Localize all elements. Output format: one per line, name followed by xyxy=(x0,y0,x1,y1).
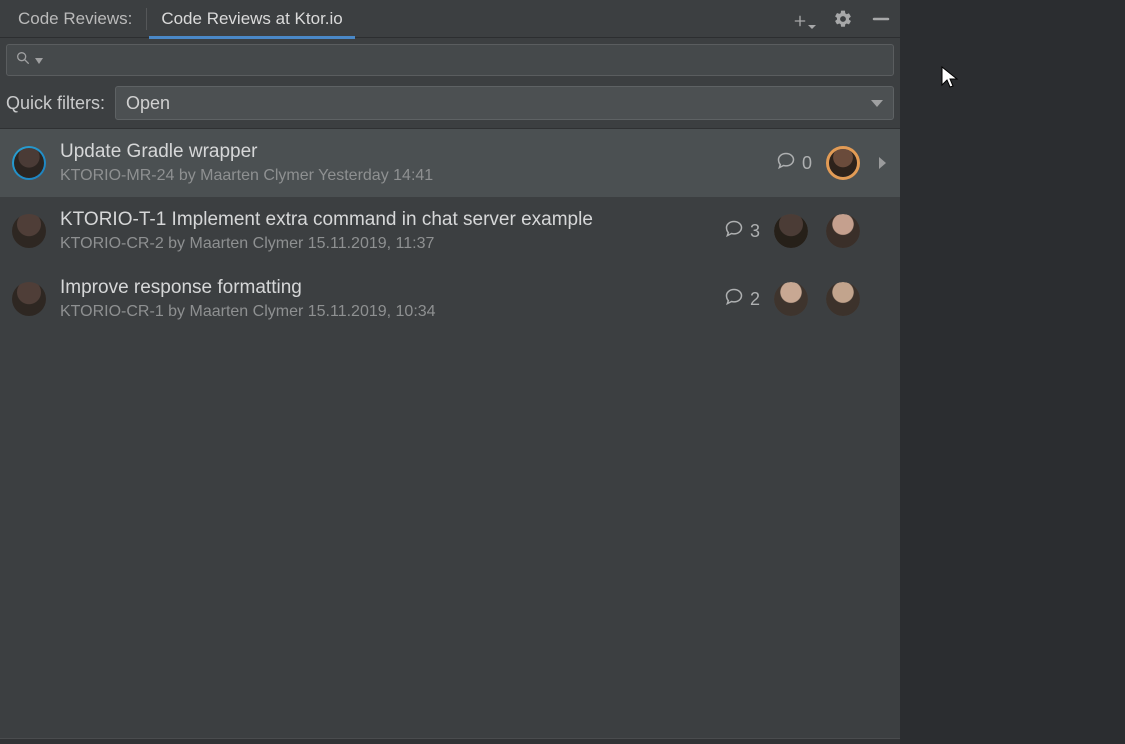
review-subtitle: KTORIO-CR-2 by Maarten Clymer 15.11.2019… xyxy=(60,235,710,253)
search-icon xyxy=(15,50,31,71)
panel-bottom-border xyxy=(0,738,900,744)
quick-filters-select[interactable]: Open xyxy=(115,86,894,120)
author-avatar xyxy=(12,214,46,248)
comments-number: 3 xyxy=(750,221,760,242)
dropdown-caret-icon xyxy=(808,25,816,29)
review-title: Improve response formatting xyxy=(60,277,710,299)
comments-count: 3 xyxy=(724,219,760,244)
reviewer-avatar[interactable] xyxy=(774,214,808,248)
code-reviews-panel: Code Reviews: Code Reviews at Ktor.io xyxy=(0,0,900,744)
editor-area-empty xyxy=(900,0,1125,744)
chevron-right-icon[interactable] xyxy=(874,157,890,169)
review-title: Update Gradle wrapper xyxy=(60,141,762,163)
mouse-cursor-icon xyxy=(940,65,960,89)
quick-filters-row: Quick filters: Open xyxy=(0,80,900,129)
reviewers xyxy=(774,214,860,248)
reviewers xyxy=(826,146,860,180)
review-subtitle: KTORIO-CR-1 by Maarten Clymer 15.11.2019… xyxy=(60,303,710,321)
reviewer-avatar[interactable] xyxy=(826,146,860,180)
tool-window-title[interactable]: Code Reviews: xyxy=(6,0,144,38)
reviewers xyxy=(774,282,860,316)
author-avatar xyxy=(12,146,46,180)
review-title: KTORIO-T-1 Implement extra command in ch… xyxy=(60,209,710,231)
reviewer-avatar[interactable] xyxy=(826,282,860,316)
chevron-down-icon xyxy=(871,100,883,107)
review-list: Update Gradle wrapper KTORIO-MR-24 by Ma… xyxy=(0,129,900,738)
comments-number: 0 xyxy=(802,153,812,174)
search-input[interactable] xyxy=(47,52,885,69)
quick-filters-label: Quick filters: xyxy=(6,93,105,114)
review-row[interactable]: Update Gradle wrapper KTORIO-MR-24 by Ma… xyxy=(0,129,900,197)
comment-icon xyxy=(724,287,744,312)
review-row[interactable]: KTORIO-T-1 Implement extra command in ch… xyxy=(0,197,900,265)
add-icon[interactable] xyxy=(794,8,816,30)
tab-separator xyxy=(146,8,147,30)
comments-count: 2 xyxy=(724,287,760,312)
panel-header: Code Reviews: Code Reviews at Ktor.io xyxy=(0,0,900,38)
quick-filters-selected: Open xyxy=(126,93,170,114)
gear-icon[interactable] xyxy=(832,8,854,30)
reviewer-avatar[interactable] xyxy=(826,214,860,248)
search-dropdown-caret-icon[interactable] xyxy=(35,51,43,69)
review-row[interactable]: Improve response formatting KTORIO-CR-1 … xyxy=(0,265,900,333)
search-bar[interactable] xyxy=(6,44,894,76)
search-bar-wrap xyxy=(0,38,900,80)
reviewer-avatar[interactable] xyxy=(774,282,808,316)
comment-icon xyxy=(724,219,744,244)
comments-number: 2 xyxy=(750,289,760,310)
review-subtitle: KTORIO-MR-24 by Maarten Clymer Yesterday… xyxy=(60,167,762,185)
minimize-icon[interactable] xyxy=(870,8,892,30)
comment-icon xyxy=(776,151,796,176)
comments-count: 0 xyxy=(776,151,812,176)
author-avatar xyxy=(12,282,46,316)
tab-active[interactable]: Code Reviews at Ktor.io xyxy=(149,0,354,38)
